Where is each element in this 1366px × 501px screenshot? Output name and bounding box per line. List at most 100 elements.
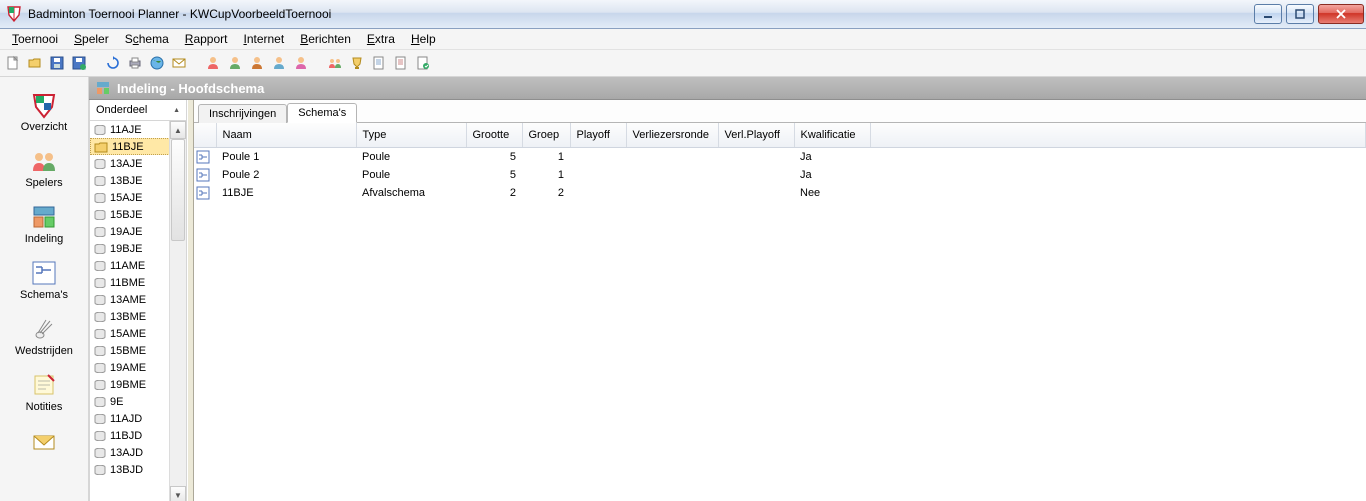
db-icon (94, 380, 106, 390)
onderdeel-item[interactable]: 11BJD (90, 427, 170, 444)
print-icon[interactable] (126, 54, 144, 72)
menu-help[interactable]: Help (403, 30, 444, 48)
onderdeel-item[interactable]: 11AJD (90, 410, 170, 427)
nav-wedstrijden[interactable]: Wedstrijden (0, 311, 88, 361)
onderdeel-item[interactable]: 11BJE (90, 138, 170, 155)
minimize-button[interactable] (1254, 4, 1282, 24)
globe-icon[interactable] (148, 54, 166, 72)
open-icon[interactable] (26, 54, 44, 72)
table-row[interactable]: Poule 1Poule51Ja (194, 148, 1366, 167)
nav-label: Schema's (20, 289, 68, 301)
onderdeel-item[interactable]: 13BJE (90, 172, 170, 189)
onderdeel-item[interactable]: 15AJE (90, 189, 170, 206)
col-type[interactable]: Type (356, 123, 466, 148)
splitter[interactable] (187, 100, 194, 501)
tab-inschrijvingen[interactable]: Inschrijvingen (198, 104, 287, 123)
scroll-thumb[interactable] (171, 139, 185, 241)
cell-verliezers (626, 166, 718, 184)
person5-icon[interactable] (292, 54, 310, 72)
nav-label: Overzicht (21, 121, 67, 133)
col-kwalificatie[interactable]: Kwalificatie (794, 123, 870, 148)
col-grootte[interactable]: Grootte (466, 123, 522, 148)
main-title: Indeling - Hoofdschema (117, 81, 264, 96)
db-icon (94, 210, 106, 220)
onderdeel-label: 19BME (110, 379, 146, 391)
save-icon[interactable] (48, 54, 66, 72)
menu-internet[interactable]: Internet (235, 30, 292, 48)
maximize-button[interactable] (1286, 4, 1314, 24)
onderdeel-item[interactable]: 11AME (90, 257, 170, 274)
col-verlplayoff[interactable]: Verl.Playoff (718, 123, 794, 148)
onderdeel-label: 19AJE (110, 226, 142, 238)
doc3-icon[interactable] (414, 54, 432, 72)
onderdeel-item[interactable]: 9E (90, 393, 170, 410)
close-button[interactable] (1318, 4, 1364, 24)
mail-icon[interactable] (170, 54, 188, 72)
tab-schemas[interactable]: Schema's (287, 103, 357, 123)
nav-notities[interactable]: Notities (0, 367, 88, 417)
onderdeel-item[interactable]: 13AJE (90, 155, 170, 172)
scrollbar[interactable]: ▲ ▼ (169, 121, 186, 501)
person2-icon[interactable] (226, 54, 244, 72)
cell-groep: 2 (522, 184, 570, 202)
onderdeel-label: 13BJE (110, 175, 142, 187)
menu-rapport[interactable]: Rapport (177, 30, 236, 48)
table-row[interactable]: 11BJEAfvalschema22Nee (194, 184, 1366, 202)
onderdeel-item[interactable]: 11AJE (90, 121, 170, 138)
col-naam[interactable]: Naam (216, 123, 356, 148)
onderdeel-item[interactable]: 15BJE (90, 206, 170, 223)
onderdeel-label: 11AJE (110, 124, 142, 136)
trophy-icon[interactable] (348, 54, 366, 72)
menu-schema[interactable]: Schema (117, 30, 177, 48)
menu-extra[interactable]: Extra (359, 30, 403, 48)
backup-icon[interactable] (70, 54, 88, 72)
scroll-down-icon[interactable]: ▼ (170, 486, 186, 501)
nav-label: Notities (26, 401, 63, 413)
onderdeel-item[interactable]: 13BJD (90, 461, 170, 478)
menu-berichten[interactable]: Berichten (292, 30, 359, 48)
cell-kwalificatie: Ja (794, 166, 870, 184)
cell-playoff (570, 166, 626, 184)
table-row[interactable]: Poule 2Poule51Ja (194, 166, 1366, 184)
nav-indeling[interactable]: Indeling (0, 199, 88, 249)
tab-page: NaamTypeGrootteGroepPlayoffVerliezersron… (194, 122, 1366, 501)
doc1-icon[interactable] (370, 54, 388, 72)
person4-icon[interactable] (270, 54, 288, 72)
onderdeel-item[interactable]: 15AME (90, 325, 170, 342)
nav-overzicht[interactable]: Overzicht (0, 87, 88, 137)
schema-row-icon (196, 186, 210, 200)
menu-toernooi[interactable]: Toernooi (4, 30, 66, 48)
nav-spelers[interactable]: Spelers (0, 143, 88, 193)
new-icon[interactable] (4, 54, 22, 72)
onderdeel-label: 11AME (110, 260, 145, 272)
onderdeel-item[interactable]: 11BME (90, 274, 170, 291)
nav-mail[interactable] (0, 423, 88, 461)
col-icon[interactable] (194, 123, 216, 148)
onderdeel-item[interactable]: 13BME (90, 308, 170, 325)
onderdeel-item[interactable]: 19BJE (90, 240, 170, 257)
nav-schemas[interactable]: Schema's (0, 255, 88, 305)
cell-grootte: 2 (466, 184, 522, 202)
onderdeel-label: 19AME (110, 362, 146, 374)
onderdeel-item[interactable]: 19BME (90, 376, 170, 393)
col-groep[interactable]: Groep (522, 123, 570, 148)
people-icon[interactable] (326, 54, 344, 72)
onderdeel-header[interactable]: Onderdeel (90, 100, 186, 121)
onderdeel-item[interactable]: 19AME (90, 359, 170, 376)
onderdeel-item[interactable]: 19AJE (90, 223, 170, 240)
person3-icon[interactable] (248, 54, 266, 72)
onderdeel-item[interactable]: 15BME (90, 342, 170, 359)
col-verliezersronde[interactable]: Verliezersronde (626, 123, 718, 148)
person1-icon[interactable] (204, 54, 222, 72)
onderdeel-item[interactable]: 13AME (90, 291, 170, 308)
menu-speler[interactable]: Speler (66, 30, 117, 48)
nav-label: Spelers (25, 177, 62, 189)
titlebar: Badminton Toernooi Planner - KWCupVoorbe… (0, 0, 1366, 29)
onderdeel-item[interactable]: 13AJD (90, 444, 170, 461)
col-playoff[interactable]: Playoff (570, 123, 626, 148)
onderdeel-label: 11AJD (110, 413, 142, 425)
scroll-up-icon[interactable]: ▲ (170, 121, 186, 139)
main-header: Indeling - Hoofdschema (89, 77, 1366, 100)
doc2-icon[interactable] (392, 54, 410, 72)
refresh-icon[interactable] (104, 54, 122, 72)
